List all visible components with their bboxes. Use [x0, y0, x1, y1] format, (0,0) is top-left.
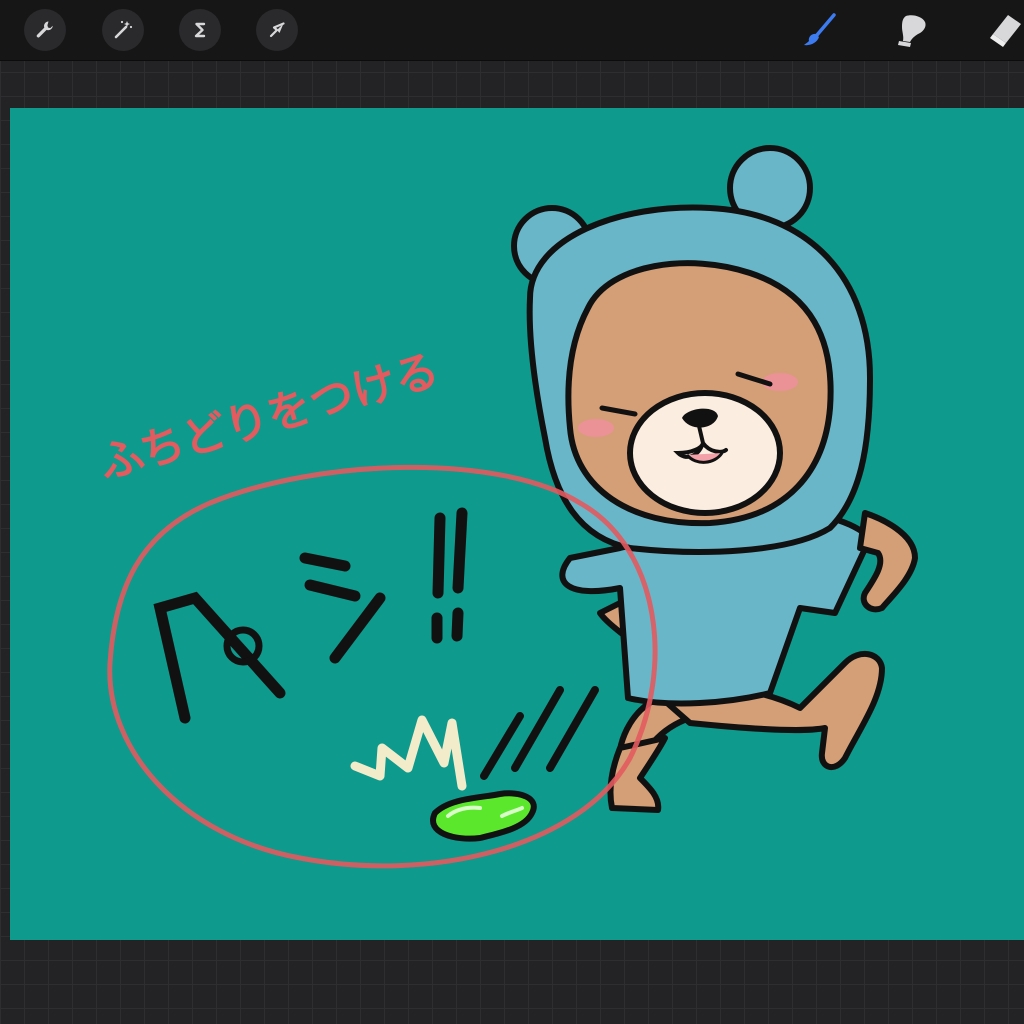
selection-button[interactable]: [179, 9, 221, 51]
actions-button[interactable]: [24, 9, 66, 51]
adjustments-button[interactable]: [102, 9, 144, 51]
arrow-cursor-icon: [269, 22, 285, 38]
impact-burst: [350, 715, 467, 791]
eraser-icon: [990, 15, 1021, 47]
gum-blob: [430, 790, 537, 842]
bear-character: [511, 145, 918, 813]
drawing-canvas[interactable]: ふちどりをつける: [10, 108, 1024, 940]
sfx-lettering: [153, 507, 468, 724]
smudge-finger-icon: [898, 15, 926, 47]
canvas-artwork: [107, 145, 918, 869]
magic-wand-icon: [114, 20, 133, 39]
top-toolbar: [0, 0, 1024, 61]
smudge-tool[interactable]: [890, 8, 934, 52]
wrench-icon: [36, 21, 53, 38]
brush-tool[interactable]: [798, 8, 842, 52]
annotation-circle: [107, 464, 658, 869]
brush-icon: [804, 13, 836, 46]
transform-button[interactable]: [256, 9, 298, 51]
selection-s-icon: [194, 22, 206, 38]
eraser-tool[interactable]: [982, 8, 1024, 52]
motion-lines: [480, 686, 599, 780]
